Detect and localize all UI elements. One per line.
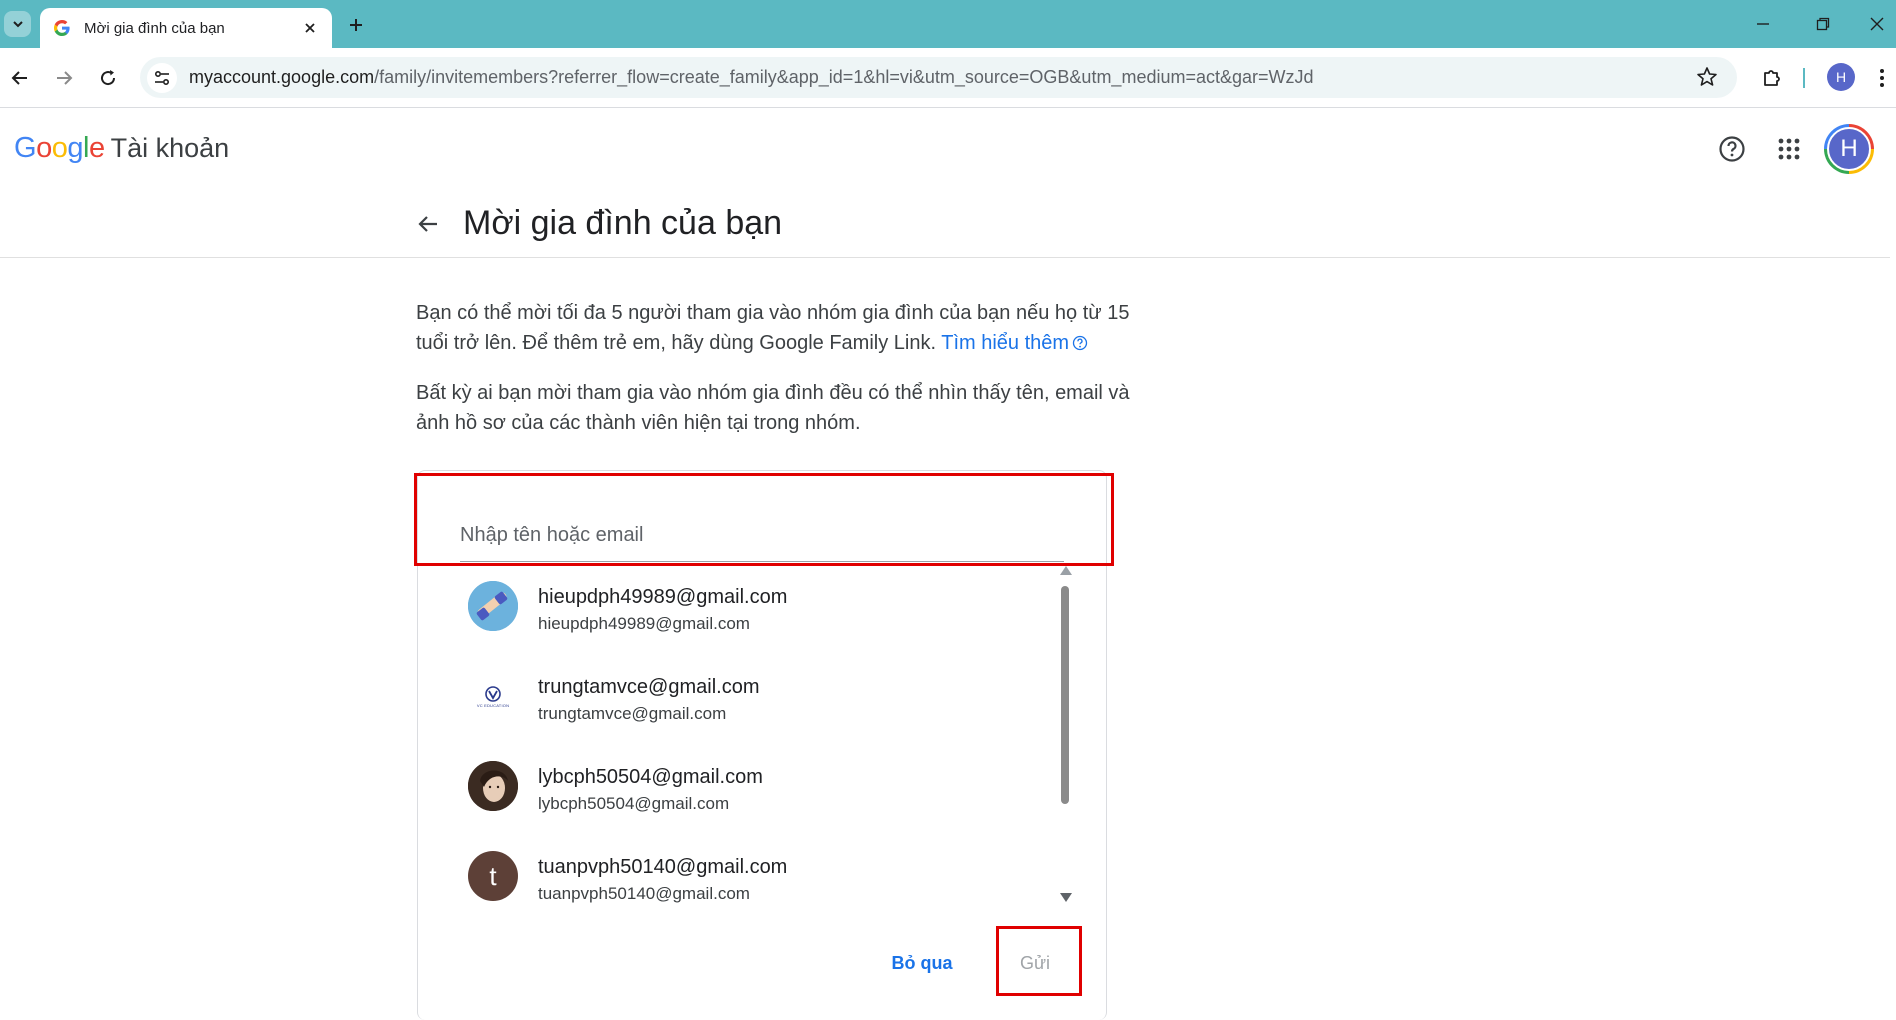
page-title-bar: Mời gia đình của bạn — [0, 188, 1890, 258]
tune-icon — [154, 70, 170, 85]
star-icon — [1697, 67, 1717, 86]
scroll-down-arrow-icon[interactable] — [1060, 893, 1072, 902]
arrow-left-icon — [418, 216, 437, 232]
product-name: Tài khoản — [110, 133, 230, 163]
suggestion-avatar — [468, 761, 518, 811]
suggestion-item[interactable]: hieupdph49989@gmail.com hieupdph49989@gm… — [418, 566, 1058, 656]
profile-avatar-button[interactable]: H — [1827, 63, 1855, 91]
suggestion-email: hieupdph49989@gmail.com — [538, 614, 750, 633]
account-avatar-button[interactable]: H — [1824, 124, 1874, 174]
suggestion-name: trungtamvce@gmail.com — [538, 676, 760, 698]
page-back-button[interactable] — [412, 208, 444, 240]
more-vertical-icon — [1880, 69, 1884, 87]
visibility-paragraph: Bất kỳ ai bạn mời tham gia vào nhóm gia … — [416, 382, 1130, 434]
intro-paragraph: Bạn có thể mời tối đa 5 người tham gia v… — [416, 298, 1136, 358]
suggestion-scrollbar[interactable] — [1058, 566, 1072, 902]
learn-more-link[interactable]: Tìm hiểu thêm — [941, 332, 1088, 354]
reload-button[interactable] — [94, 64, 122, 92]
plus-icon — [350, 19, 362, 31]
minimize-button[interactable] — [1748, 10, 1778, 38]
suggestion-item[interactable]: VC EDUCATION trungtamvce@gmail.com trung… — [418, 656, 1058, 746]
scroll-thumb[interactable] — [1061, 586, 1069, 804]
close-icon — [305, 23, 315, 33]
google-logo-letter: e — [88, 132, 105, 164]
arrow-right-icon — [57, 71, 73, 85]
new-tab-button[interactable] — [343, 12, 369, 38]
suggestion-list: hieupdph49989@gmail.com hieupdph49989@gm… — [418, 566, 1068, 906]
suggestion-name: hieupdph49989@gmail.com — [538, 586, 788, 608]
account-avatar-initial: H — [1827, 127, 1871, 171]
toolbar-divider — [1803, 68, 1805, 88]
highlight-box-send — [996, 926, 1082, 996]
highlight-box-input — [414, 473, 1114, 566]
vc-education-logo-icon — [485, 685, 501, 702]
browser-toolbar: myaccount.google.com/family/invitemember… — [0, 48, 1896, 108]
minimize-icon — [1757, 23, 1769, 25]
restore-icon — [1816, 17, 1830, 31]
puzzle-icon — [1764, 70, 1780, 86]
tab-close-button[interactable] — [300, 18, 320, 38]
suggestion-email: trungtamvce@gmail.com — [538, 704, 727, 723]
browser-tab-active[interactable]: Mời gia đình của bạn — [40, 8, 332, 48]
chevron-down-icon — [12, 21, 23, 28]
google-logo-letter: o — [51, 132, 68, 164]
google-favicon-icon — [54, 20, 70, 36]
extensions-button[interactable] — [1758, 64, 1786, 92]
suggestion-item[interactable]: t tuanpvph50140@gmail.com tuanpvph50140@… — [418, 836, 1058, 906]
suggestion-name: lybcph50504@gmail.com — [538, 766, 763, 788]
close-icon — [1870, 17, 1884, 31]
browser-menu-button[interactable] — [1868, 64, 1896, 92]
suggestion-avatar: VC EDUCATION — [468, 671, 518, 721]
forward-button[interactable] — [50, 64, 78, 92]
suggestion-email: tuanpvph50140@gmail.com — [538, 884, 750, 903]
vc-education-caption: VC EDUCATION — [476, 702, 510, 708]
reload-icon — [101, 70, 116, 86]
suggestion-name: tuanpvph50140@gmail.com — [538, 856, 788, 878]
google-logo-letter: g — [67, 132, 83, 164]
tab-title: Mời gia đình của bạn — [84, 19, 225, 37]
account-app-bar: Google Tài khoản H — [0, 108, 1896, 188]
page-title: Mời gia đình của bạn — [463, 204, 783, 242]
scroll-up-arrow-icon[interactable] — [1060, 566, 1072, 575]
google-logo-letter: G — [14, 132, 37, 164]
suggestion-email: lybcph50504@gmail.com — [538, 794, 730, 813]
site-info-button[interactable] — [147, 62, 177, 93]
learn-more-label: Tìm hiểu thêm — [941, 332, 1070, 354]
google-logo-letter: o — [36, 132, 52, 164]
url-path: /family/invitemembers?referrer_flow=crea… — [374, 67, 1314, 87]
help-icon — [1719, 136, 1745, 162]
dumbbell-photo-icon — [468, 581, 518, 631]
browser-tab-strip: Mời gia đình của bạn — [0, 0, 1896, 48]
arrow-left-icon — [11, 71, 27, 85]
address-bar[interactable]: myaccount.google.com/family/invitemember… — [140, 57, 1737, 98]
suggestion-item[interactable]: lybcph50504@gmail.com lybcph50504@gmail.… — [418, 746, 1058, 836]
restore-button[interactable] — [1808, 10, 1838, 38]
tab-search-button[interactable] — [4, 11, 31, 37]
apps-grid-icon — [1778, 138, 1800, 160]
google-apps-button[interactable] — [1772, 132, 1806, 166]
window-close-button[interactable] — [1862, 10, 1892, 38]
url-text: myaccount.google.com/family/invitemember… — [189, 67, 1314, 88]
help-circle-icon — [1072, 335, 1088, 351]
help-button[interactable] — [1715, 132, 1749, 166]
suggestion-avatar-initial: t — [468, 851, 518, 901]
person-photo-icon — [468, 761, 518, 811]
url-host: myaccount.google.com — [189, 67, 375, 87]
google-account-logo[interactable]: Google Tài khoản — [14, 132, 229, 165]
back-button[interactable] — [6, 64, 34, 92]
bookmark-button[interactable] — [1695, 65, 1719, 94]
skip-button[interactable]: Bỏ qua — [875, 945, 969, 981]
suggestion-avatar — [468, 581, 518, 631]
